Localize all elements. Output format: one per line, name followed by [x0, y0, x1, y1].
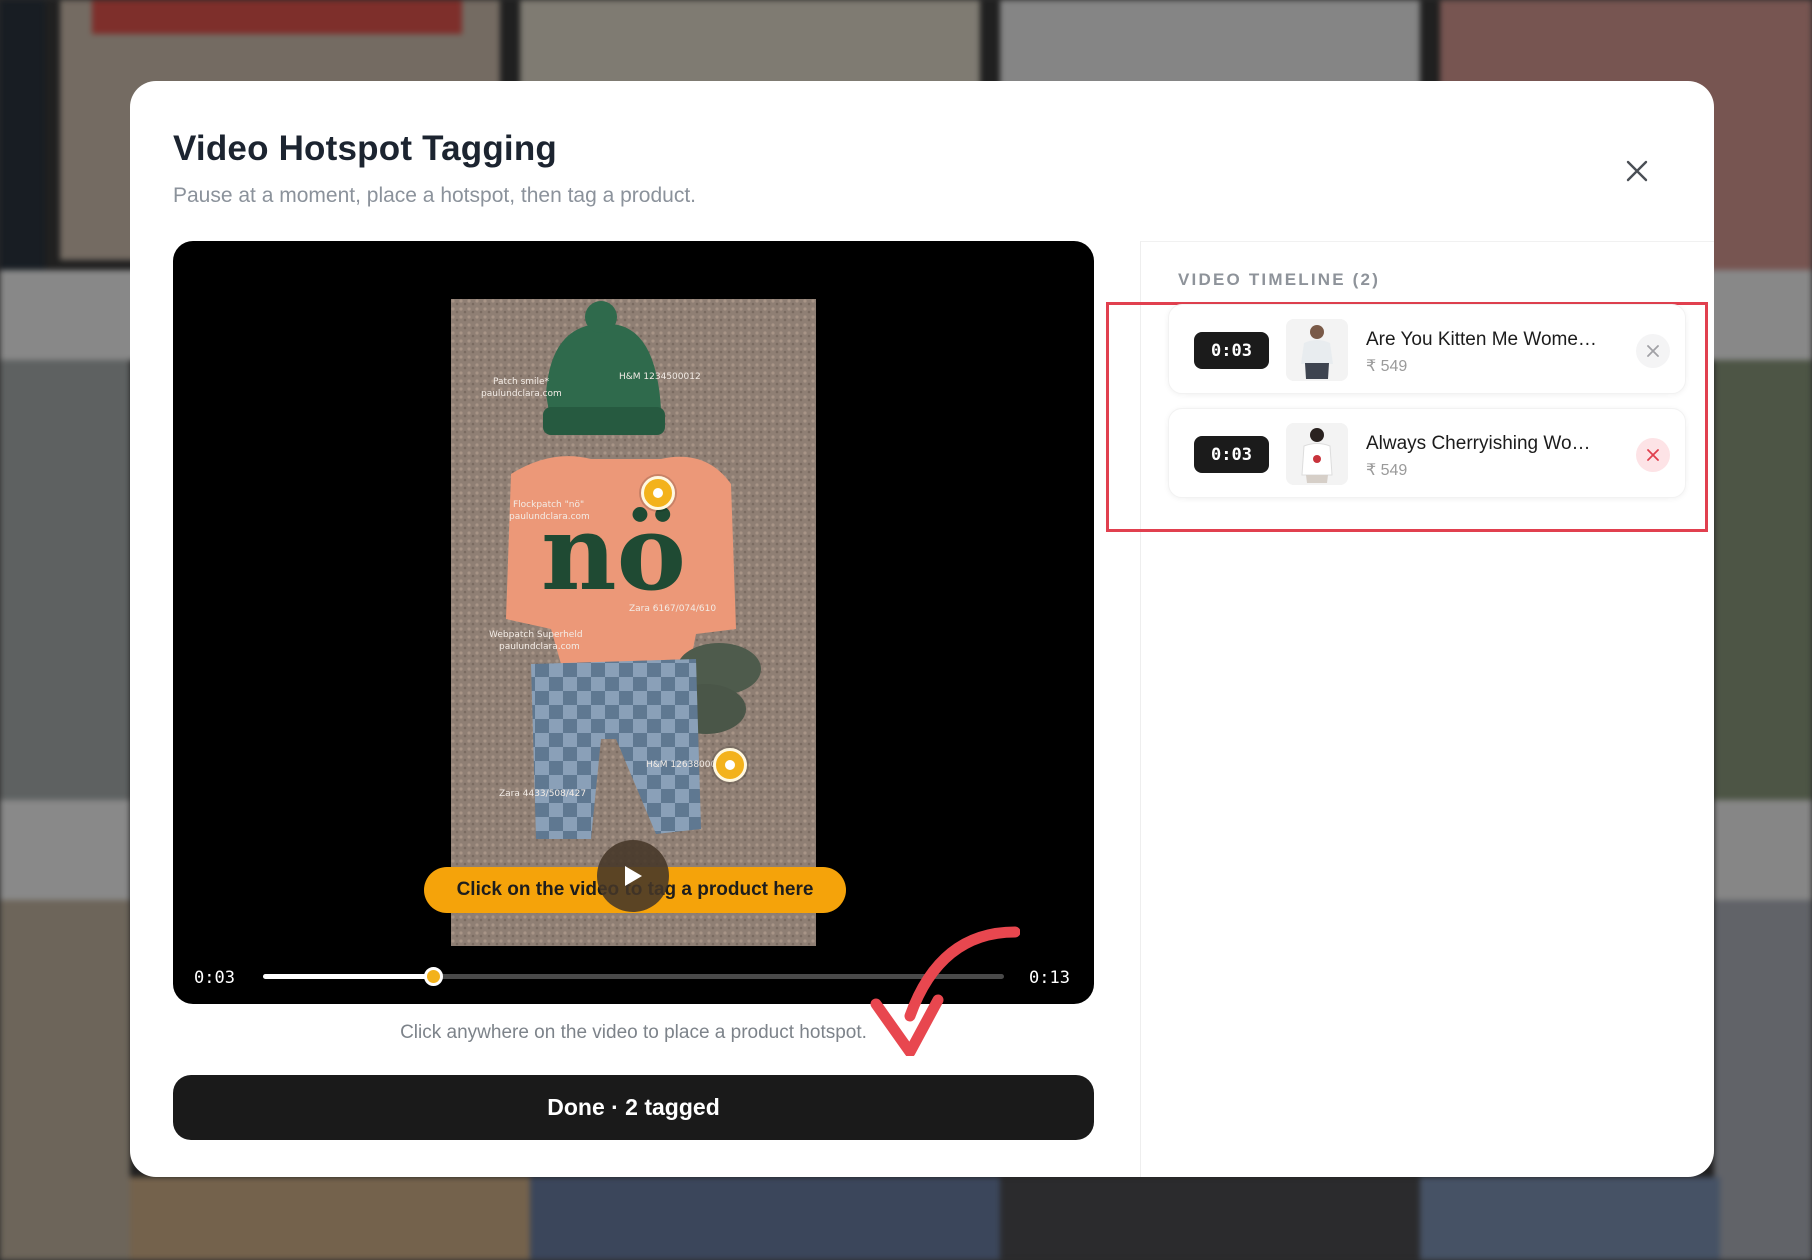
play-icon [625, 866, 642, 886]
remove-tag-button[interactable] [1636, 438, 1670, 472]
current-time: 0:03 [194, 968, 235, 988]
close-icon [1647, 449, 1659, 461]
done-button[interactable]: Done · 2 tagged [173, 1075, 1094, 1140]
svg-text:H&M 1234500012: H&M 1234500012 [619, 372, 701, 382]
hotspot-marker[interactable] [713, 748, 747, 782]
duration: 0:13 [1029, 968, 1070, 988]
svg-text:Zara 4433/508/427: Zara 4433/508/427 [499, 789, 586, 799]
product-name: Always Cherryishing Wo… [1366, 433, 1591, 454]
modal-subtitle: Pause at a moment, place a hotspot, then… [173, 184, 697, 207]
timeline-heading: VIDEO TIMELINE (2) [1178, 270, 1381, 289]
annotation-arrow-icon [870, 926, 1020, 1056]
svg-text:paulundclara.com: paulundclara.com [509, 512, 590, 522]
svg-text:Webpatch Superheld: Webpatch Superheld [489, 630, 583, 640]
timestamp-badge[interactable]: 0:03 [1194, 332, 1269, 369]
timeline-item[interactable]: 0:03 Are You Kitten Me Wome… ₹ 549 [1168, 304, 1686, 394]
video-player[interactable]: nö Patch smile* paulundclara.com H&M 123… [173, 241, 1094, 1004]
svg-text:Zara 6167/074/610: Zara 6167/074/610 [629, 604, 716, 614]
timeline-item[interactable]: 0:03 Always Cherryishing Wo… ₹ 549 [1168, 408, 1686, 498]
remove-tag-button[interactable] [1636, 334, 1670, 368]
close-button[interactable] [1615, 149, 1659, 193]
product-price: ₹ 549 [1366, 358, 1408, 375]
product-price: ₹ 549 [1366, 462, 1408, 479]
product-name: Are You Kitten Me Wome… [1366, 329, 1597, 350]
timestamp-badge[interactable]: 0:03 [1194, 436, 1269, 473]
progress-fill [263, 974, 434, 979]
svg-text:paulundclara.com: paulundclara.com [499, 642, 580, 652]
svg-text:Patch smile*: Patch smile* [493, 377, 550, 387]
svg-text:paulundclara.com: paulundclara.com [481, 389, 562, 399]
hotspot-marker[interactable] [641, 476, 675, 510]
close-icon [1626, 160, 1648, 182]
modal-title: Video Hotspot Tagging [173, 129, 557, 168]
close-icon [1647, 345, 1659, 357]
product-thumbnail [1286, 423, 1348, 485]
svg-text:Flockpatch "nö": Flockpatch "nö" [513, 500, 584, 510]
play-button[interactable] [597, 840, 669, 912]
product-thumbnail [1286, 319, 1348, 381]
scrubber-handle[interactable] [424, 967, 444, 986]
